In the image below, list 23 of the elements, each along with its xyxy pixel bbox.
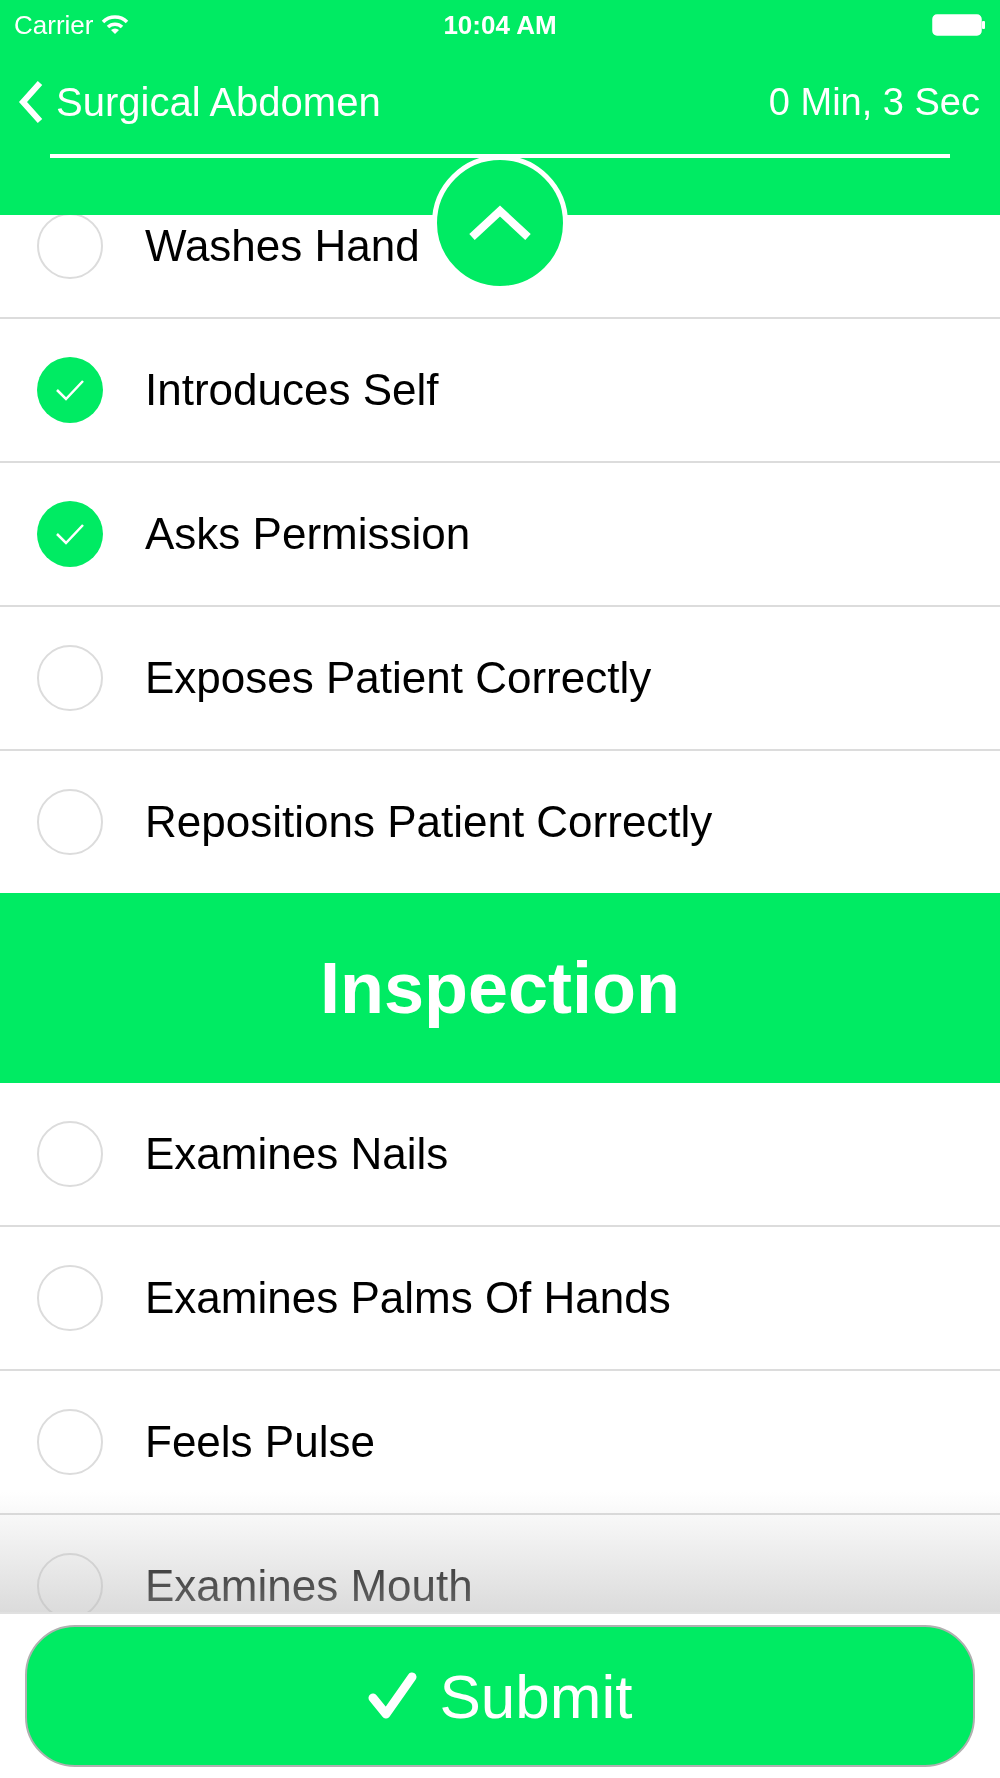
check-icon — [55, 379, 85, 401]
checklist-item: Examines Mouth — [145, 1561, 473, 1611]
chevron-left-icon — [18, 80, 44, 124]
status-time: 10:04 AM — [443, 9, 557, 41]
checklist-item: Asks Permission — [145, 509, 471, 559]
checkbox[interactable] — [37, 1553, 103, 1612]
checklist-item: Feels Pulse — [145, 1417, 375, 1467]
checklist-item: Examines Palms Of Hands — [145, 1273, 671, 1323]
back-button[interactable]: Surgical Abdomen — [18, 79, 381, 125]
submit-button[interactable]: Submit — [25, 1625, 975, 1767]
checklist-item: Introduces Self — [145, 365, 439, 415]
battery-icon — [932, 14, 986, 36]
chevron-up-icon — [468, 205, 532, 241]
carrier-name: Carrier — [14, 9, 94, 41]
section-title: Inspection — [319, 947, 680, 1029]
checklist-item: Repositions Patient Correctly — [145, 797, 713, 847]
check-icon — [55, 523, 85, 545]
checkmark-icon — [367, 1672, 418, 1720]
checklist-item: Examines Nails — [145, 1129, 449, 1179]
checklist-item: Exposes Patient Correctly — [145, 653, 652, 703]
elapsed-timer: 0 Min, 3 Sec — [768, 80, 980, 124]
checklist-item: Washes Hand — [145, 221, 420, 271]
wifi-icon — [101, 15, 130, 35]
